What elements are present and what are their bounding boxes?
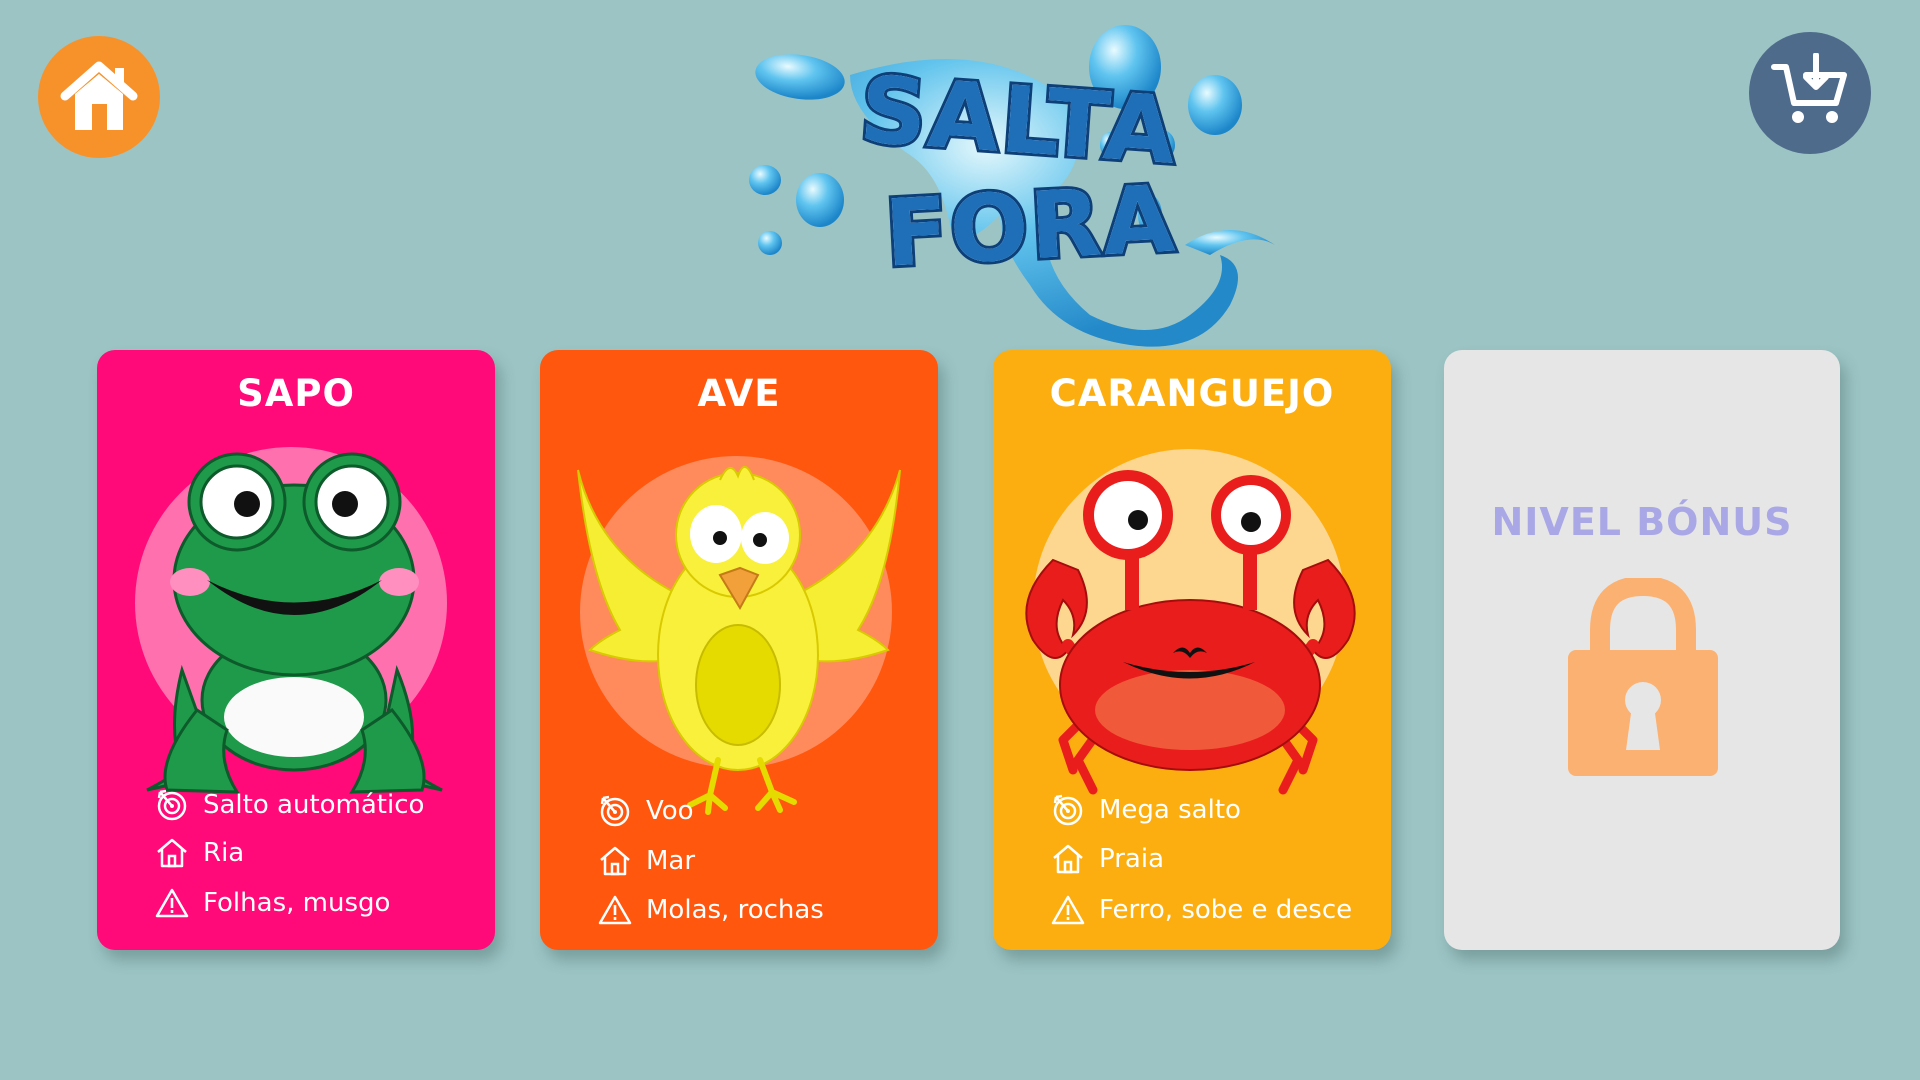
habitat-row: Ria <box>155 837 244 869</box>
house-icon <box>157 838 187 868</box>
frog-character-illustration <box>135 447 447 794</box>
card-title: SAPO <box>237 372 355 415</box>
hazards-row: Molas, rochas <box>598 895 824 925</box>
card-title: CARANGUEJO <box>1049 372 1335 415</box>
character-card-caranguejo[interactable]: CARANGUEJO Mega salto Praia Ferro, sobe … <box>993 350 1391 950</box>
hazards-text: Molas, rochas <box>646 895 824 925</box>
hazards-row: Folhas, musgo <box>155 888 390 918</box>
hazards-row: Ferro, sobe e desce <box>1051 895 1352 925</box>
warning-icon <box>155 888 189 918</box>
shop-button[interactable] <box>1749 32 1871 154</box>
bonus-level-card[interactable]: NIVEL BÓNUS <box>1444 350 1840 950</box>
hazards-text: Ferro, sobe e desce <box>1099 895 1353 925</box>
ability-row: Salto automático <box>155 788 424 822</box>
card-title: AVE <box>697 372 781 415</box>
warning-icon <box>598 895 632 925</box>
habitat-text: Ria <box>203 838 245 868</box>
character-card-sapo[interactable]: SAPO Salto automático Ria Folhas, musgo <box>97 350 495 950</box>
target-icon <box>600 795 630 827</box>
ability-row: Mega salto <box>1051 793 1241 827</box>
target-icon <box>1053 794 1083 826</box>
home-icon <box>60 61 138 130</box>
logo-title-line2: FORA <box>879 162 1181 290</box>
cart-download-icon <box>1771 53 1847 123</box>
game-logo: SALTA FORA <box>730 15 1310 355</box>
target-icon <box>157 789 187 821</box>
warning-icon <box>1051 895 1085 925</box>
house-icon <box>1053 844 1083 874</box>
ability-text: Mega salto <box>1099 795 1241 825</box>
home-button[interactable] <box>38 36 160 158</box>
habitat-row: Praia <box>1051 843 1164 875</box>
habitat-row: Mar <box>598 845 695 877</box>
ability-text: Salto automático <box>203 790 425 820</box>
habitat-text: Praia <box>1099 844 1164 874</box>
habitat-text: Mar <box>646 846 696 876</box>
ability-text: Voo <box>646 796 694 826</box>
bonus-level-title: NIVEL BÓNUS <box>1491 500 1793 544</box>
house-icon <box>600 846 630 876</box>
character-card-ave[interactable]: AVE Voo Mar Molas, rochas <box>540 350 938 950</box>
ability-row: Voo <box>598 794 694 828</box>
logo-title-line1: SALTA <box>854 53 1184 188</box>
hazards-text: Folhas, musgo <box>203 888 391 918</box>
padlock-icon <box>1568 578 1718 776</box>
crab-character-illustration <box>1025 449 1356 795</box>
bird-character-illustration <box>577 456 901 815</box>
